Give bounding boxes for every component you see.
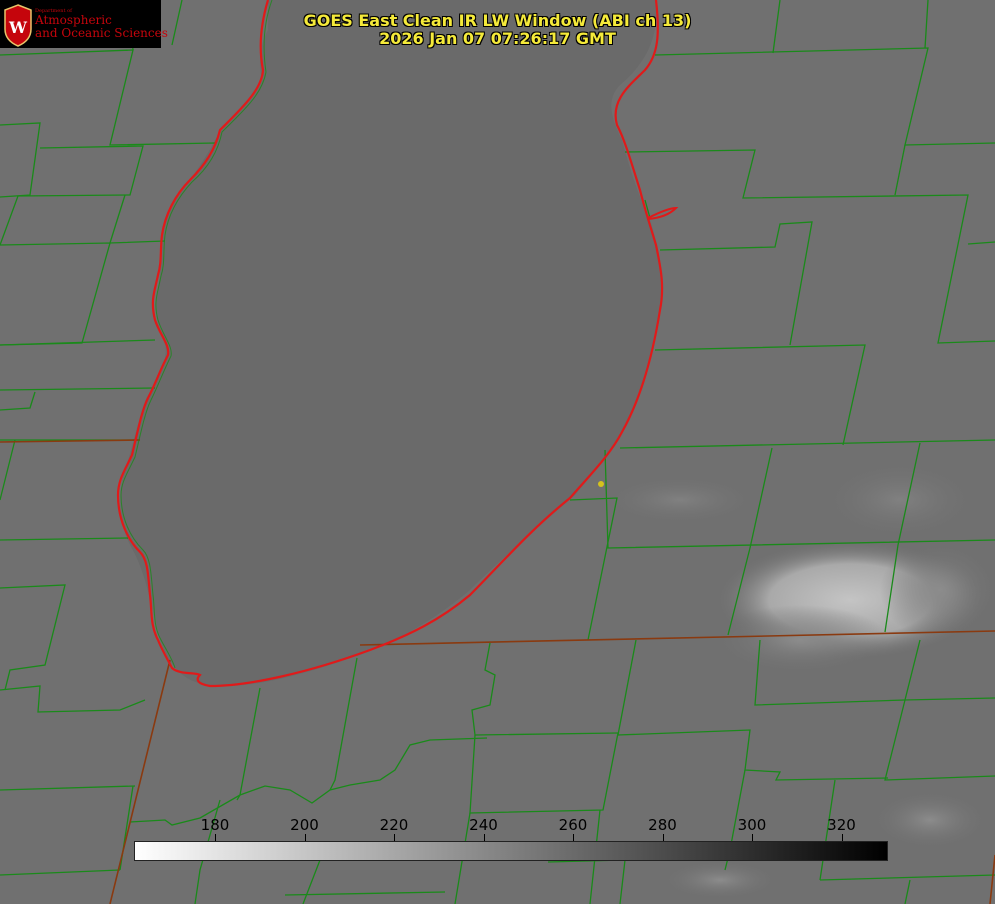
colorbar-tick-mark (304, 834, 306, 841)
image-title: GOES East Clean IR LW Window (ABI ch 13)… (250, 12, 745, 48)
colorbar-tick-label: 220 (379, 816, 409, 834)
colorbar-tick-mark (752, 834, 753, 841)
colorbar-tick-label: 200 (290, 816, 319, 834)
aos-logo[interactable]: W Department of Atmospheric and Oceanic … (0, 0, 168, 48)
colorbar (134, 841, 888, 861)
colorbar-tick-mark (573, 834, 574, 841)
colorbar-tick-mark (215, 834, 216, 841)
satellite-viewer: W Department of Atmospheric and Oceanic … (0, 0, 995, 904)
colorbar-tick-mark (483, 834, 485, 841)
colorbar-tick-label: 260 (558, 816, 588, 834)
svg-text:W: W (8, 18, 28, 37)
colorbar-tick-label: 280 (648, 816, 677, 834)
colorbar-tick-mark (394, 834, 395, 841)
colorbar-tick-mark (662, 834, 664, 841)
colorbar-tick-label: 240 (469, 816, 498, 834)
location-marker (598, 481, 604, 487)
colorbar-tick-label: 300 (737, 816, 767, 834)
colorbar-tick-mark (841, 834, 843, 841)
colorbar-tick-label: 320 (827, 816, 856, 834)
satellite-image (0, 0, 995, 904)
colorbar-tick-label: 180 (200, 816, 230, 834)
uw-crest-icon: W (4, 4, 32, 47)
logo-line-2: and Oceanic Sciences (35, 26, 168, 40)
title-line-1: GOES East Clean IR LW Window (ABI ch 13) (303, 11, 692, 30)
title-timestamp: 2026 Jan 07 07:26:17 GMT (379, 29, 616, 48)
